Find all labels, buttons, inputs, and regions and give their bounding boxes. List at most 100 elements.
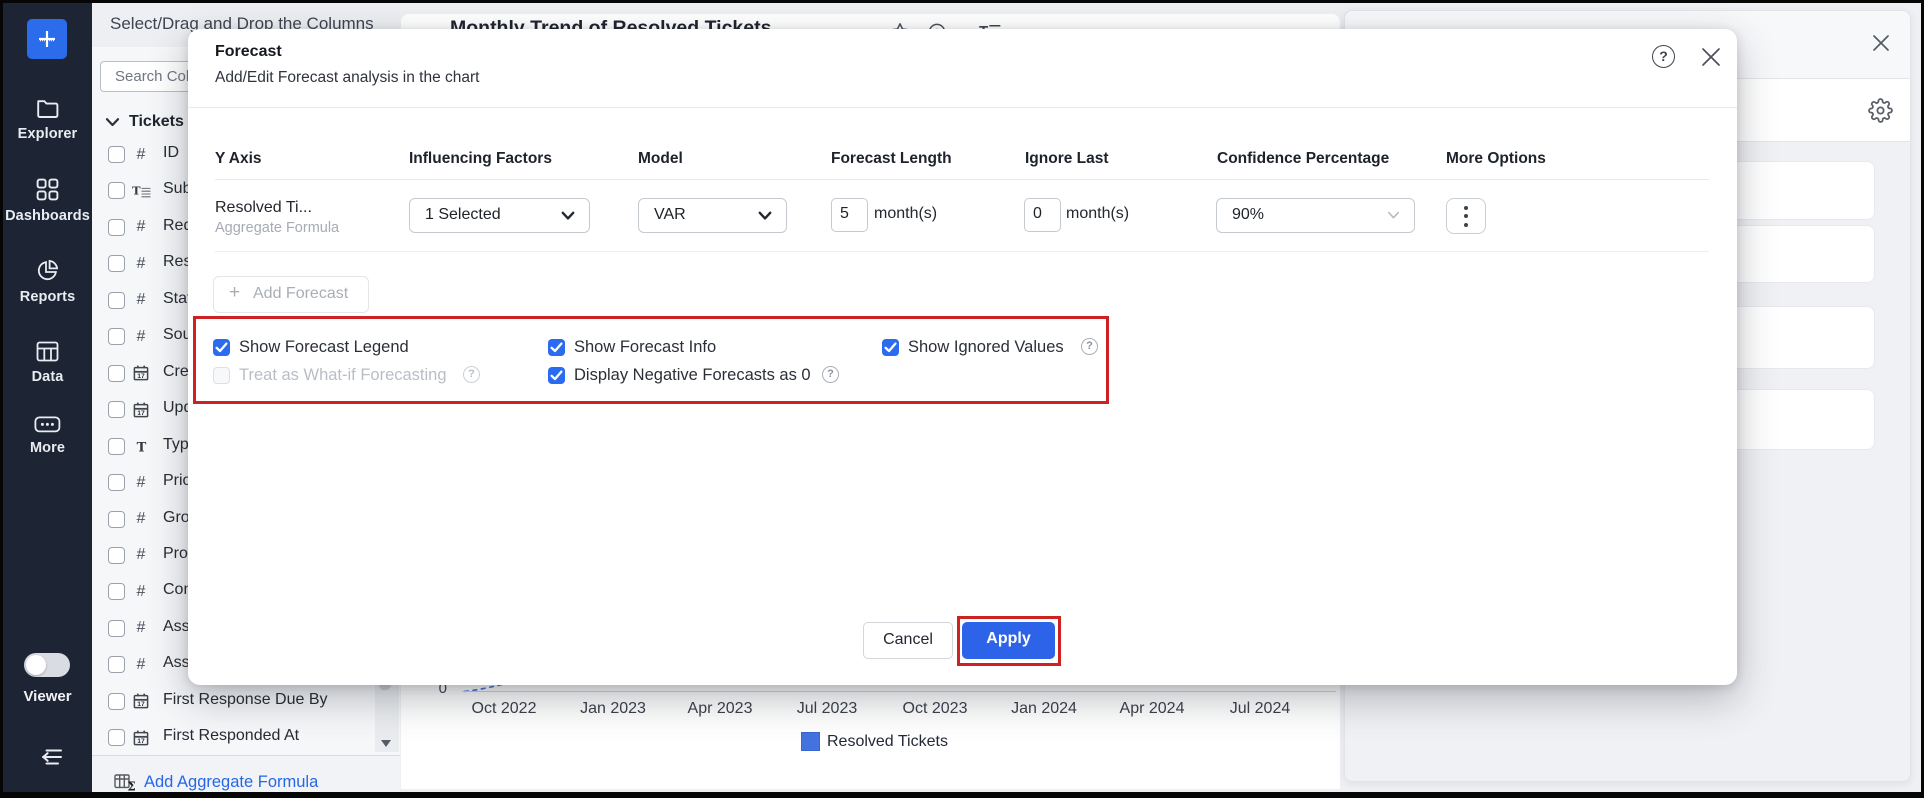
aggregate-formula-icon: Σ [114, 774, 136, 791]
more-options-button[interactable] [1446, 198, 1486, 234]
column-checkbox[interactable] [108, 292, 125, 309]
sidebar-item-more[interactable]: More [3, 416, 92, 456]
col-header-model: Model [638, 150, 683, 168]
svg-text:17: 17 [137, 410, 145, 417]
x-axis-line [462, 691, 1336, 692]
hash-icon: # [137, 656, 146, 674]
column-type-icon: # [128, 137, 154, 172]
model-select[interactable]: VAR [638, 198, 787, 233]
window-border-bottom [0, 792, 1924, 798]
dialog-title: Forecast [215, 43, 282, 61]
legend-label: Resolved Tickets [827, 733, 948, 751]
column-checkbox[interactable] [108, 219, 125, 236]
chart-legend[interactable]: Resolved Tickets [801, 732, 948, 751]
sidebar-item-data[interactable]: Data [3, 341, 92, 385]
column-checkbox[interactable] [108, 693, 125, 710]
pie-chart-icon [3, 259, 92, 282]
column-label: ID [163, 144, 179, 162]
chevron-down-icon [105, 117, 120, 128]
column-label: First Responded At [163, 727, 299, 745]
column-checkbox[interactable] [108, 729, 125, 746]
table-group-label: Tickets [129, 113, 184, 131]
create-new-button[interactable] [27, 19, 67, 59]
column-type-icon: # [128, 283, 154, 318]
col-header-confidence: Confidence Percentage [1217, 150, 1389, 168]
svg-text:17: 17 [137, 738, 145, 745]
cancel-button[interactable]: Cancel [863, 622, 953, 659]
column-type-icon: # [128, 210, 154, 245]
window-border-left [0, 0, 3, 798]
y-axis-subtext: Aggregate Formula [215, 220, 339, 236]
dialog-close-icon[interactable] [1700, 46, 1722, 73]
column-checkbox[interactable] [108, 182, 125, 199]
sidebar-item-dashboards[interactable]: Dashboards [3, 178, 92, 224]
column-checkbox[interactable] [108, 365, 125, 382]
column-checkbox[interactable] [108, 146, 125, 163]
confidence-select[interactable]: 90% [1216, 198, 1415, 233]
hash-icon: # [137, 619, 146, 637]
column-checkbox[interactable] [108, 656, 125, 673]
viewer-toggle[interactable] [24, 653, 70, 677]
sidebar-item-explorer[interactable]: Explorer [3, 98, 92, 142]
select-value: 90% [1232, 206, 1264, 224]
column-checkbox[interactable] [108, 401, 125, 418]
sidebar-item-label: Data [3, 369, 92, 385]
data-table-icon [3, 341, 92, 362]
hash-icon: # [137, 546, 146, 564]
chevron-down-icon [1387, 211, 1400, 220]
column-checkbox[interactable] [108, 547, 125, 564]
scrollbar-down-arrow[interactable] [381, 740, 391, 747]
column-type-icon: # [128, 574, 154, 609]
sidebar-item-reports[interactable]: Reports [3, 259, 92, 305]
add-forecast-button[interactable]: + Add Forecast [213, 276, 369, 313]
col-header-y-axis: Y Axis [215, 150, 262, 168]
toggle-knob [26, 655, 46, 675]
gear-icon[interactable] [1868, 98, 1893, 128]
dashboard-grid-icon [3, 178, 92, 201]
column-type-icon: # [128, 319, 154, 354]
add-forecast-label: Add Forecast [253, 285, 348, 303]
column-checkbox[interactable] [108, 438, 125, 455]
column-type-icon: # [128, 502, 154, 537]
column-list-item[interactable]: 17First Response Due By [92, 684, 400, 719]
hash-icon: # [137, 474, 146, 492]
column-checkbox[interactable] [108, 328, 125, 345]
collapse-sidebar-button[interactable] [37, 747, 64, 772]
sidebar-item-label: Reports [3, 289, 92, 305]
viewer-toggle-label: Viewer [3, 688, 92, 705]
column-type-icon: 17 [128, 356, 154, 391]
ignore-last-input[interactable]: 0 [1024, 198, 1061, 232]
sidebar-item-label: Explorer [3, 126, 92, 142]
column-checkbox[interactable] [108, 255, 125, 272]
select-value: 1 Selected [425, 206, 501, 224]
column-checkbox[interactable] [108, 511, 125, 528]
column-list-item[interactable]: 17 First Responded At [92, 720, 400, 755]
hash-icon: # [137, 146, 146, 164]
column-type-icon: # [128, 465, 154, 500]
column-type-icon: 17 [128, 684, 154, 719]
header-divider [188, 107, 1737, 108]
column-type-icon: T [128, 173, 154, 208]
influencing-factors-select[interactable]: 1 Selected [409, 198, 590, 233]
kebab-dot [1464, 223, 1468, 227]
col-header-length: Forecast Length [831, 150, 952, 168]
hash-icon: # [137, 510, 146, 528]
column-checkbox[interactable] [108, 583, 125, 600]
forecast-length-input[interactable]: 5 [831, 198, 868, 232]
column-checkbox[interactable] [108, 620, 125, 637]
x-axis-label: Jan 2023 [580, 700, 646, 718]
column-type-icon: 17 [128, 392, 154, 427]
plus-icon [35, 27, 59, 51]
close-panel-icon[interactable] [1871, 33, 1891, 58]
svg-text:Σ: Σ [127, 780, 135, 791]
column-type-icon: # [128, 538, 154, 573]
select-value: VAR [654, 206, 686, 224]
hash-icon: # [137, 583, 146, 601]
forecast-length-unit: month(s) [874, 205, 937, 223]
col-header-ignore: Ignore Last [1025, 150, 1109, 168]
add-aggregate-bar[interactable]: Σ Add Aggregate Formula [92, 755, 400, 792]
column-checkbox[interactable] [108, 474, 125, 491]
kebab-dot [1464, 206, 1468, 210]
svg-text:T: T [132, 184, 141, 198]
dialog-help-icon[interactable]: ? [1652, 45, 1675, 68]
